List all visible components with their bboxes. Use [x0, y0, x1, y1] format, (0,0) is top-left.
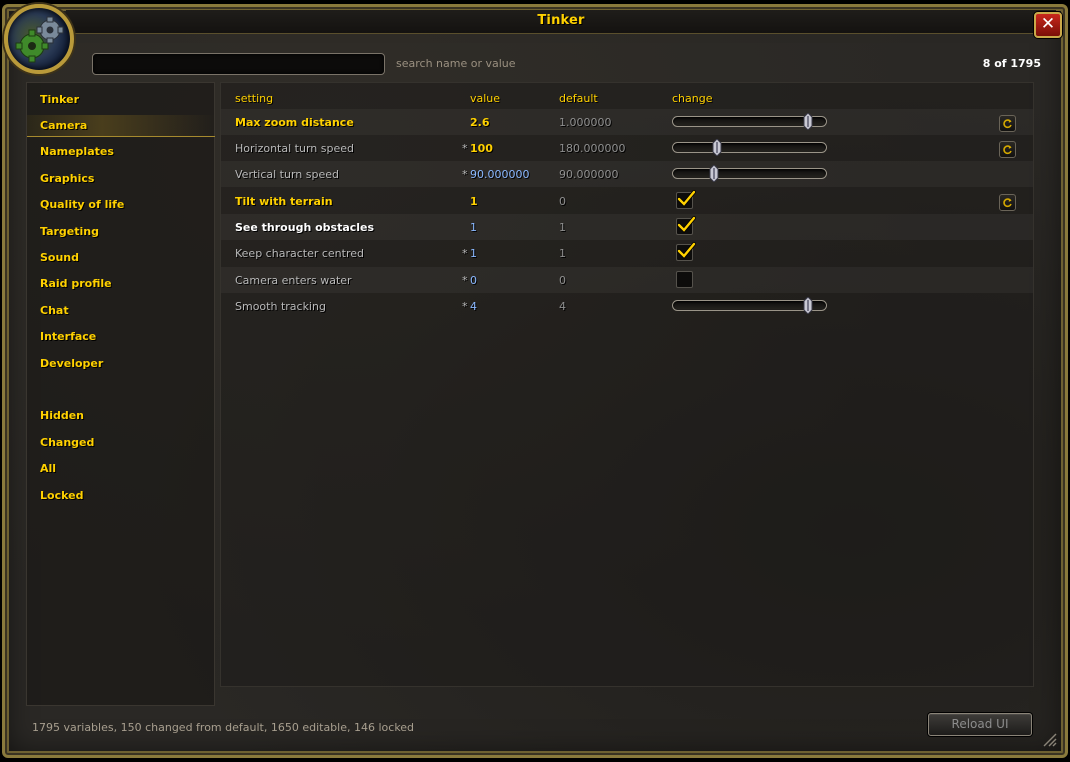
locked-marker: * — [462, 142, 468, 155]
result-count: 8 of 1795 — [982, 57, 1041, 70]
setting-name: Horizontal turn speed — [235, 142, 354, 155]
filter-all[interactable]: All — [27, 458, 215, 480]
resize-grip-icon[interactable] — [1040, 730, 1058, 748]
setting-value[interactable]: 1 — [470, 247, 477, 260]
value-checkbox[interactable] — [676, 242, 696, 261]
column-header-value[interactable]: value — [470, 92, 500, 105]
title-bar[interactable]: Tinker — [66, 10, 1056, 34]
setting-value[interactable]: 1 — [470, 221, 477, 234]
setting-name: Max zoom distance — [235, 116, 354, 129]
search-input[interactable] — [92, 53, 385, 75]
status-text: 1795 variables, 150 changed from default… — [32, 721, 415, 734]
sidebar-item-sound[interactable]: Sound — [27, 247, 215, 269]
column-header-setting[interactable]: setting — [235, 92, 273, 105]
reset-button[interactable] — [999, 141, 1016, 158]
table-row[interactable]: Max zoom distance 2.6 1.000000 — [221, 109, 1033, 135]
category-sidebar: Tinker Camera Nameplates Graphics Qualit… — [26, 82, 215, 706]
locked-marker: * — [462, 247, 468, 260]
sidebar-item-targeting[interactable]: Targeting — [27, 221, 215, 243]
table-row[interactable]: Vertical turn speed * 90.000000 90.000000 — [221, 161, 1033, 187]
value-checkbox[interactable] — [676, 271, 693, 288]
value-slider[interactable] — [672, 139, 827, 156]
slider-thumb[interactable] — [709, 165, 719, 182]
reset-icon — [1003, 198, 1012, 208]
setting-default: 1 — [559, 221, 566, 234]
setting-default: 180.000000 — [559, 142, 626, 155]
column-header-default[interactable]: default — [559, 92, 598, 105]
setting-default: 0 — [559, 274, 566, 287]
sidebar-item-raid-profile[interactable]: Raid profile — [27, 273, 215, 295]
search-hint: search name or value — [396, 57, 516, 70]
filter-locked[interactable]: Locked — [27, 485, 215, 507]
setting-name: Smooth tracking — [235, 300, 326, 313]
slider-thumb[interactable] — [803, 297, 813, 314]
sidebar-item-interface[interactable]: Interface — [27, 326, 215, 348]
setting-value[interactable]: 2.6 — [470, 116, 490, 129]
checkmark-icon — [677, 190, 696, 207]
sidebar-item-tinker[interactable]: Tinker — [27, 89, 215, 111]
reset-button[interactable] — [999, 194, 1016, 211]
setting-default: 1 — [559, 247, 566, 260]
sidebar-item-chat[interactable]: Chat — [27, 300, 215, 322]
filter-hidden[interactable]: Hidden — [27, 405, 215, 427]
reset-button[interactable] — [999, 115, 1016, 132]
checkmark-icon — [677, 242, 696, 259]
column-header-change: change — [672, 92, 713, 105]
value-slider[interactable] — [672, 165, 827, 182]
slider-thumb[interactable] — [803, 113, 813, 130]
table-row[interactable]: Tilt with terrain 1 0 — [221, 188, 1033, 214]
table-row[interactable]: Smooth tracking * 4 4 — [221, 293, 1033, 319]
table-row[interactable]: Keep character centred * 1 1 — [221, 240, 1033, 266]
checkmark-icon — [677, 216, 696, 233]
value-slider[interactable] — [672, 297, 827, 314]
locked-marker: * — [462, 300, 468, 313]
setting-name: See through obstacles — [235, 221, 375, 234]
gears-icon — [4, 4, 74, 74]
setting-default: 1.000000 — [559, 116, 612, 129]
value-checkbox[interactable] — [676, 190, 696, 209]
table-row[interactable]: Camera enters water * 0 0 — [221, 267, 1033, 293]
window-title: Tinker — [537, 13, 585, 28]
reset-icon — [1003, 119, 1012, 129]
setting-value[interactable]: 4 — [470, 300, 477, 313]
setting-name: Camera enters water — [235, 274, 352, 287]
slider-thumb[interactable] — [712, 139, 722, 156]
close-icon: ✕ — [1040, 14, 1056, 34]
setting-name: Vertical turn speed — [235, 168, 339, 181]
locked-marker: * — [462, 274, 468, 287]
locked-marker: * — [462, 168, 468, 181]
setting-default: 90.000000 — [559, 168, 619, 181]
table-row[interactable]: See through obstacles 1 1 — [221, 214, 1033, 240]
setting-name: Tilt with terrain — [235, 195, 333, 208]
sidebar-item-developer[interactable]: Developer — [27, 353, 215, 375]
reload-ui-button[interactable]: Reload UI — [928, 713, 1032, 736]
sidebar-item-camera[interactable]: Camera — [27, 115, 215, 137]
setting-default: 4 — [559, 300, 566, 313]
reset-icon — [1003, 145, 1012, 155]
close-button[interactable]: ✕ — [1034, 12, 1062, 38]
setting-value[interactable]: 100 — [470, 142, 493, 155]
filter-changed[interactable]: Changed — [27, 432, 215, 454]
setting-default: 0 — [559, 195, 566, 208]
value-checkbox[interactable] — [676, 216, 696, 235]
setting-value[interactable]: 1 — [470, 195, 478, 208]
setting-name: Keep character centred — [235, 247, 364, 260]
setting-value[interactable]: 0 — [470, 274, 477, 287]
sidebar-item-nameplates[interactable]: Nameplates — [27, 141, 215, 163]
sidebar-item-graphics[interactable]: Graphics — [27, 168, 215, 190]
sidebar-item-quality-of-life[interactable]: Quality of life — [27, 194, 215, 216]
value-slider[interactable] — [672, 113, 827, 130]
setting-value[interactable]: 90.000000 — [470, 168, 530, 181]
table-row[interactable]: Horizontal turn speed * 100 180.000000 — [221, 135, 1033, 161]
